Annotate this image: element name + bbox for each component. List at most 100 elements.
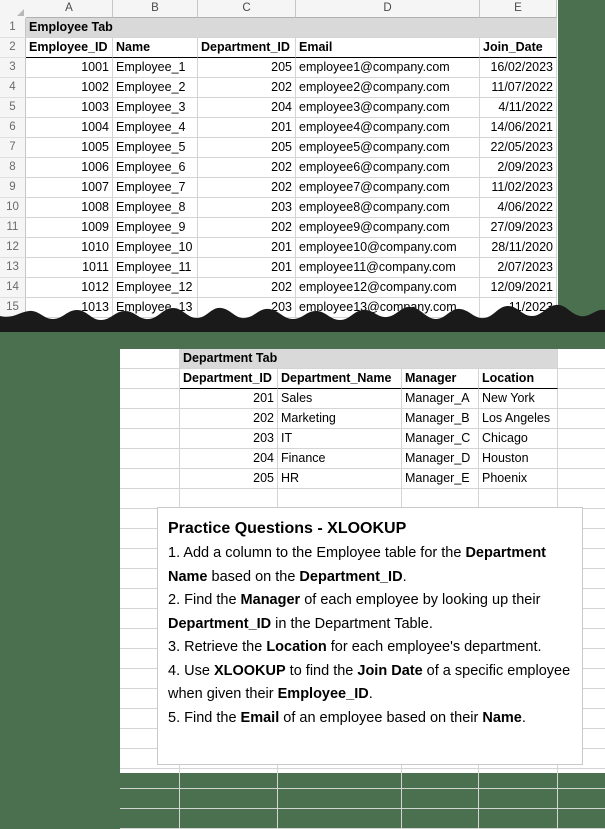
employee-col-join-date[interactable]: Join_Date	[480, 38, 557, 58]
employee-cell[interactable]: 11/02/2023	[480, 178, 557, 198]
empty-cell[interactable]	[479, 489, 558, 509]
empty-cell[interactable]	[180, 769, 278, 789]
employee-cell[interactable]: Employee_10	[113, 238, 198, 258]
department-cell[interactable]: 204	[180, 449, 278, 469]
employee-cell[interactable]: employee6@company.com	[296, 158, 480, 178]
employee-cell[interactable]: 1011	[26, 258, 113, 278]
department-table-title[interactable]: Department Table	[180, 349, 288, 369]
employee-cell[interactable]: Employee_5	[113, 138, 198, 158]
column-header-a[interactable]: A	[26, 0, 113, 18]
employee-cell[interactable]: employee2@company.com	[296, 78, 480, 98]
employee-cell[interactable]: 201	[198, 238, 296, 258]
employee-cell[interactable]: 14/06/2021	[480, 118, 557, 138]
department-cell[interactable]: 203	[180, 429, 278, 449]
employee-cell[interactable]: 203	[198, 198, 296, 218]
department-cell[interactable]: New York	[479, 389, 558, 409]
dept-tail-cell[interactable]	[558, 349, 605, 369]
practice-questions-box[interactable]: Practice Questions - XLOOKUP 1. Add a co…	[157, 507, 583, 765]
row-header-3[interactable]: 3	[0, 58, 26, 78]
employee-cell[interactable]: 1010	[26, 238, 113, 258]
employee-cell[interactable]: 1005	[26, 138, 113, 158]
department-cell[interactable]: Chicago	[479, 429, 558, 449]
employee-cell[interactable]: employee9@company.com	[296, 218, 480, 238]
employee-cell[interactable]: 202	[198, 218, 296, 238]
dept-title-spill-b[interactable]	[278, 349, 402, 369]
empty-cell[interactable]	[402, 489, 479, 509]
employee-cell[interactable]: 22/05/2023	[480, 138, 557, 158]
employee-cell[interactable]: employee3@company.com	[296, 98, 480, 118]
empty-cell[interactable]	[278, 789, 402, 809]
department-cell[interactable]: 202	[180, 409, 278, 429]
employee-cell[interactable]: Employee_4	[113, 118, 198, 138]
empty-cell[interactable]	[558, 769, 605, 789]
department-cell[interactable]: Phoenix	[479, 469, 558, 489]
department-cell[interactable]: Sales	[278, 389, 402, 409]
column-header-e[interactable]: E	[480, 0, 557, 18]
dept-tail-cell[interactable]	[558, 369, 605, 389]
employee-cell[interactable]: 205	[198, 58, 296, 78]
employee-cell[interactable]: 27/09/2023	[480, 218, 557, 238]
select-all-corner-icon[interactable]	[0, 0, 26, 18]
employee-cell[interactable]: employee1@company.com	[296, 58, 480, 78]
department-cell[interactable]: IT	[278, 429, 402, 449]
row-header-6[interactable]: 6	[0, 118, 26, 138]
row-header-1[interactable]: 1	[0, 18, 26, 38]
employee-col-department-id[interactable]: Department_ID	[198, 38, 296, 58]
column-header-c[interactable]: C	[198, 0, 296, 18]
empty-cell[interactable]	[402, 789, 479, 809]
department-col-department-id[interactable]: Department_ID	[180, 369, 278, 389]
department-cell[interactable]: Manager_A	[402, 389, 479, 409]
employee-cell[interactable]: Employee_8	[113, 198, 198, 218]
dept-title-spill-d[interactable]	[479, 349, 558, 369]
dept-tail-cell[interactable]	[558, 469, 605, 489]
employee-cell[interactable]: 4/11/2022	[480, 98, 557, 118]
employee-cell[interactable]: 202	[198, 78, 296, 98]
employee-cell[interactable]: 2/07/2023	[480, 258, 557, 278]
employee-cell[interactable]: employee4@company.com	[296, 118, 480, 138]
title-spill-b[interactable]	[113, 18, 198, 38]
empty-cell[interactable]	[278, 769, 402, 789]
dept-pad-cell[interactable]	[120, 369, 180, 389]
dept-tail-cell[interactable]	[558, 409, 605, 429]
dept-pad-cell[interactable]	[120, 409, 180, 429]
empty-cell[interactable]	[120, 769, 180, 789]
empty-cell[interactable]	[180, 809, 278, 829]
employee-cell[interactable]: Employee_11	[113, 258, 198, 278]
empty-cell[interactable]	[558, 489, 605, 509]
title-spill-c[interactable]	[198, 18, 296, 38]
employee-cell[interactable]: 201	[198, 258, 296, 278]
row-header-2[interactable]: 2	[0, 38, 26, 58]
employee-cell[interactable]: Employee_6	[113, 158, 198, 178]
employee-cell[interactable]: employee11@company.com	[296, 258, 480, 278]
empty-cell[interactable]	[479, 769, 558, 789]
employee-cell[interactable]: 201	[198, 118, 296, 138]
row-header-13[interactable]: 13	[0, 258, 26, 278]
empty-cell[interactable]	[278, 489, 402, 509]
department-cell[interactable]: Manager_C	[402, 429, 479, 449]
employee-cell[interactable]: employee13@company.com	[296, 298, 480, 318]
employee-cell[interactable]: 202	[198, 158, 296, 178]
empty-cell[interactable]	[479, 789, 558, 809]
empty-cell[interactable]	[558, 809, 605, 829]
row-header-8[interactable]: 8	[0, 158, 26, 178]
department-cell[interactable]: HR	[278, 469, 402, 489]
employee-cell[interactable]: employee10@company.com	[296, 238, 480, 258]
employee-cell[interactable]: employee8@company.com	[296, 198, 480, 218]
employee-col-employee-id[interactable]: Employee_ID	[26, 38, 113, 58]
empty-cell[interactable]	[479, 809, 558, 829]
column-header-b[interactable]: B	[113, 0, 198, 18]
row-header-7[interactable]: 7	[0, 138, 26, 158]
empty-cell[interactable]	[558, 789, 605, 809]
employee-cell[interactable]: employee12@company.com	[296, 278, 480, 298]
employee-cell[interactable]: 1008	[26, 198, 113, 218]
dept-pad-cell[interactable]	[120, 469, 180, 489]
title-spill-d[interactable]	[296, 18, 480, 38]
dept-tail-cell[interactable]	[558, 429, 605, 449]
employee-cell[interactable]: 1003	[26, 98, 113, 118]
employee-cell[interactable]: 12/09/2021	[480, 278, 557, 298]
employee-cell[interactable]: 204	[198, 98, 296, 118]
empty-cell[interactable]	[120, 809, 180, 829]
employee-cell[interactable]: 1004	[26, 118, 113, 138]
employee-cell[interactable]: 1009	[26, 218, 113, 238]
department-col-manager[interactable]: Manager	[402, 369, 479, 389]
